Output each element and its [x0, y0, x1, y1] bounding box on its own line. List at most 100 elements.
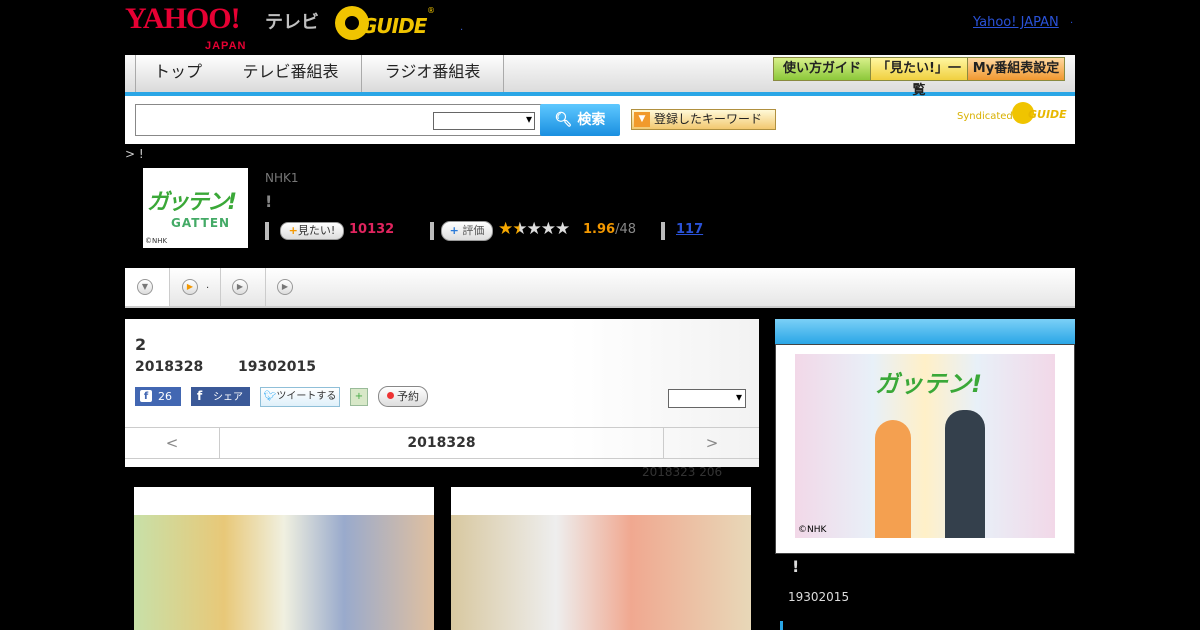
dropdown-arrow-icon: ▼: [634, 112, 650, 127]
thumbnail-copyright: ©NHK: [145, 237, 168, 245]
program-key-visual[interactable]: ガッテン! ©NHK: [795, 354, 1055, 538]
rate-label: 評価: [462, 224, 485, 237]
facebook-icon: f: [140, 390, 152, 402]
plus-icon: +: [449, 224, 459, 237]
episode-title: 2: [135, 335, 147, 354]
page: YAHOO! JAPAN テレビ GUIDE ® . Yahoo! JAPAN …: [125, 0, 1075, 630]
mitai-list-button[interactable]: 「見たい!」一覧: [870, 57, 968, 98]
episode-date: 2018328: [135, 359, 204, 375]
reserve-label: 予約: [397, 390, 419, 403]
search-button-label: 検索: [577, 112, 606, 128]
episode-image-1[interactable]: [134, 487, 434, 630]
plus-icon: +: [288, 224, 298, 237]
tab-tv-schedule[interactable]: テレビ番組表: [220, 55, 362, 92]
thumbnail-subtitle: GATTEN: [171, 216, 231, 230]
search-category-select[interactable]: [433, 112, 535, 130]
gguide-registered: ®: [427, 6, 435, 15]
studio-scene-image: [134, 515, 434, 630]
star-icon: ★: [540, 219, 556, 239]
gguide-logo-text: GUIDE: [361, 14, 427, 38]
facebook-count: 26: [158, 390, 172, 403]
tab-top[interactable]: トップ: [135, 55, 221, 92]
prev-date-button[interactable]: <: [125, 428, 220, 458]
program-thumbnail: ガッテン! GATTEN ©NHK: [143, 168, 248, 248]
rate-button[interactable]: + 評価: [441, 221, 493, 241]
search-icon: 🔍︎: [554, 112, 573, 128]
facebook-icon: f: [197, 389, 203, 403]
chevron-down-icon: ▼: [137, 279, 153, 295]
yahoo-japan-link[interactable]: Yahoo! JAPAN: [973, 15, 1059, 30]
right-panel: ガッテン! ©NHK ! 19302015: [775, 319, 1075, 630]
updated-timestamp: 2018323 206: [642, 465, 723, 479]
rating-value: 1.96: [583, 222, 616, 237]
channel-name: NHK1: [265, 171, 299, 185]
filter-tabs: ▼ ▶ . ▶ ▶: [125, 268, 1075, 308]
tab-filter-2-label: .: [206, 280, 210, 291]
syndicated-logo-text: GUIDE: [1028, 108, 1067, 121]
play-icon: ▶: [277, 279, 293, 295]
facebook-like-button[interactable]: f 26: [135, 387, 181, 406]
rating-total: /48: [615, 222, 636, 237]
registered-keywords-label: 登録したキーワード: [654, 112, 763, 126]
date-pager: < 2018328 >: [125, 427, 759, 459]
main-nav: トップ テレビ番組表 ラジオ番組表 使い方ガイド 「見たい!」一覧 My番組表設…: [125, 55, 1075, 98]
record-dot-icon: [387, 392, 394, 399]
mitai-label: 見たい!: [297, 224, 336, 237]
search-bar: 🔍︎ 検索 ▼ 登録したキーワード Syndicated GUIDE: [125, 96, 1075, 144]
key-visual-copyright: ©NHK: [798, 525, 827, 535]
divider: [265, 222, 269, 240]
pager-date: 2018328: [407, 435, 476, 451]
studio-scene-image: [451, 515, 751, 630]
mitai-button[interactable]: +見たい!: [280, 222, 344, 240]
episode-panel: 2 2018328 19302015 f 26 f シェア 🐦︎ツイートする + 予…: [125, 319, 759, 467]
play-icon: ▶: [182, 279, 198, 295]
star-icon: ★: [526, 219, 542, 239]
episode-time: 19302015: [238, 359, 316, 375]
mitai-count: 10132: [349, 222, 395, 237]
gguide-logo[interactable]: GUIDE ®: [335, 6, 435, 40]
tab-radio-schedule[interactable]: ラジオ番組表: [362, 55, 504, 92]
star-icon-half: ★: [512, 219, 527, 239]
usage-guide-button[interactable]: 使い方ガイド: [773, 57, 871, 81]
tab-filter-1[interactable]: ▼: [125, 268, 170, 306]
right-panel-image-box: ガッテン! ©NHK: [775, 344, 1075, 554]
header-dot: .: [460, 22, 464, 33]
thumbnail-title: ガッテン!: [147, 190, 237, 215]
registered-keywords-button[interactable]: ▼ 登録したキーワード: [631, 109, 776, 130]
right-panel-title: !: [792, 557, 800, 576]
share-label: シェア: [213, 392, 243, 403]
episode-image-2[interactable]: [451, 487, 751, 630]
tab-filter-3[interactable]: ▶: [221, 268, 266, 306]
tab-filter-4[interactable]: ▶: [266, 268, 310, 306]
syndicated-gguide-logo: GUIDE: [1012, 102, 1067, 126]
breadcrumb[interactable]: > !: [125, 147, 144, 161]
play-icon: ▶: [232, 279, 248, 295]
tweet-button[interactable]: 🐦︎ツイートする: [260, 387, 340, 407]
syndicated-label: Syndicated: [957, 111, 1013, 122]
presenter-figure: [875, 420, 911, 538]
right-panel-header: [775, 319, 1075, 344]
divider: [661, 222, 665, 240]
yahoo-logo[interactable]: YAHOO! JAPAN: [125, 4, 245, 53]
reserve-button[interactable]: 予約: [378, 386, 428, 407]
right-panel-accent: [780, 621, 783, 630]
right-panel-time: 19302015: [788, 590, 850, 604]
star-icon: ★: [555, 219, 570, 239]
star-icon: ★: [498, 219, 513, 239]
key-visual-title: ガッテン!: [875, 370, 982, 398]
header-dot-2: .: [1070, 15, 1074, 26]
tv-label[interactable]: テレビ: [265, 8, 319, 34]
next-date-button[interactable]: >: [663, 428, 760, 458]
tweet-label: ツイートする: [276, 391, 337, 402]
search-button[interactable]: 🔍︎ 検索: [540, 104, 620, 136]
episode-select[interactable]: [668, 389, 746, 408]
twitter-bird-icon: 🐦︎: [263, 391, 277, 402]
program-title: !: [265, 192, 273, 211]
my-schedule-settings-button[interactable]: My番組表設定: [967, 57, 1065, 81]
tab-filter-2[interactable]: ▶ .: [170, 268, 221, 306]
divider: [430, 222, 434, 240]
facebook-share-button[interactable]: f シェア: [191, 387, 250, 406]
add-calendar-icon[interactable]: +: [350, 388, 368, 406]
review-count-link[interactable]: 117: [676, 222, 703, 237]
presenter-figure: [945, 410, 985, 538]
